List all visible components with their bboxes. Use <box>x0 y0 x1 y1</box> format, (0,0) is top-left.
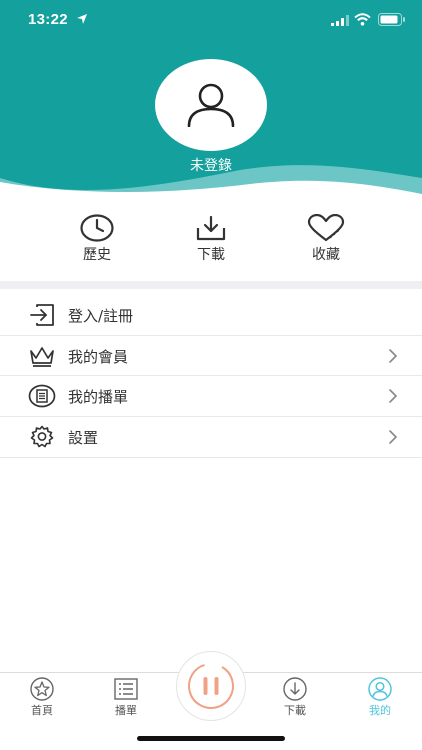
tab-playlists[interactable]: 播單 <box>96 677 156 718</box>
tab-mine-label: 我的 <box>369 704 391 717</box>
home-indicator <box>137 736 285 741</box>
tab-downloads-label: 下載 <box>284 704 306 717</box>
tab-playlists-label: 播單 <box>115 704 137 717</box>
tab-downloads[interactable]: 下載 <box>265 677 325 718</box>
gear-icon <box>30 425 54 448</box>
chevron-right-icon <box>389 348 398 363</box>
shortcut-download[interactable]: 下載 <box>171 210 251 270</box>
login-icon <box>30 304 54 326</box>
tab-home-label: 首頁 <box>31 704 53 717</box>
menu-item-membership[interactable]: 我的會員 <box>0 336 422 377</box>
shortcut-favorites[interactable]: 收藏 <box>286 210 366 270</box>
shortcut-history-label: 歷史 <box>83 247 111 263</box>
download-icon <box>283 677 307 701</box>
pause-button[interactable] <box>186 661 236 711</box>
tab-mine[interactable]: 我的 <box>350 677 410 718</box>
shortcut-favorites-label: 收藏 <box>312 247 340 263</box>
menu-item-login-label: 登入/註冊 <box>68 307 134 325</box>
settings-menu: 登入/註冊 我的會員 我的播單 設置 <box>0 295 422 458</box>
section-divider <box>0 281 422 289</box>
wifi-icon <box>354 13 371 26</box>
menu-item-membership-label: 我的會員 <box>68 347 129 366</box>
playlist-icon <box>28 385 56 408</box>
list-icon <box>114 678 138 700</box>
clock-icon <box>80 214 114 242</box>
menu-item-login[interactable]: 登入/註冊 <box>0 295 422 336</box>
heart-icon <box>307 214 345 242</box>
login-status[interactable]: 未登錄 <box>0 155 422 175</box>
chevron-right-icon <box>389 389 398 404</box>
tab-home[interactable]: 首頁 <box>12 677 72 718</box>
menu-item-settings[interactable]: 設置 <box>0 417 422 458</box>
battery-icon <box>378 13 405 26</box>
shortcut-history[interactable]: 歷史 <box>57 210 137 270</box>
location-arrow-icon <box>77 14 87 24</box>
menu-item-playlists[interactable]: 我的播單 <box>0 376 422 418</box>
star-icon <box>30 677 54 701</box>
cellular-signal-icon <box>331 15 349 26</box>
user-icon <box>368 677 392 701</box>
status-time: 13:22 <box>28 11 68 28</box>
profile-header: 13:22 未登錄 <box>0 0 422 200</box>
shortcut-row: 歷史 下載 收藏 <box>0 210 422 270</box>
menu-item-settings-label: 設置 <box>68 429 99 448</box>
avatar[interactable] <box>155 59 267 151</box>
mini-player <box>176 651 246 721</box>
pause-icon <box>203 677 208 695</box>
download-icon <box>196 215 226 241</box>
status-bar: 13:22 <box>0 0 422 44</box>
crown-icon <box>30 346 54 367</box>
user-avatar-icon <box>187 83 235 127</box>
menu-item-playlists-label: 我的播單 <box>68 388 129 407</box>
chevron-right-icon <box>389 430 398 444</box>
shortcut-download-label: 下載 <box>197 247 225 263</box>
